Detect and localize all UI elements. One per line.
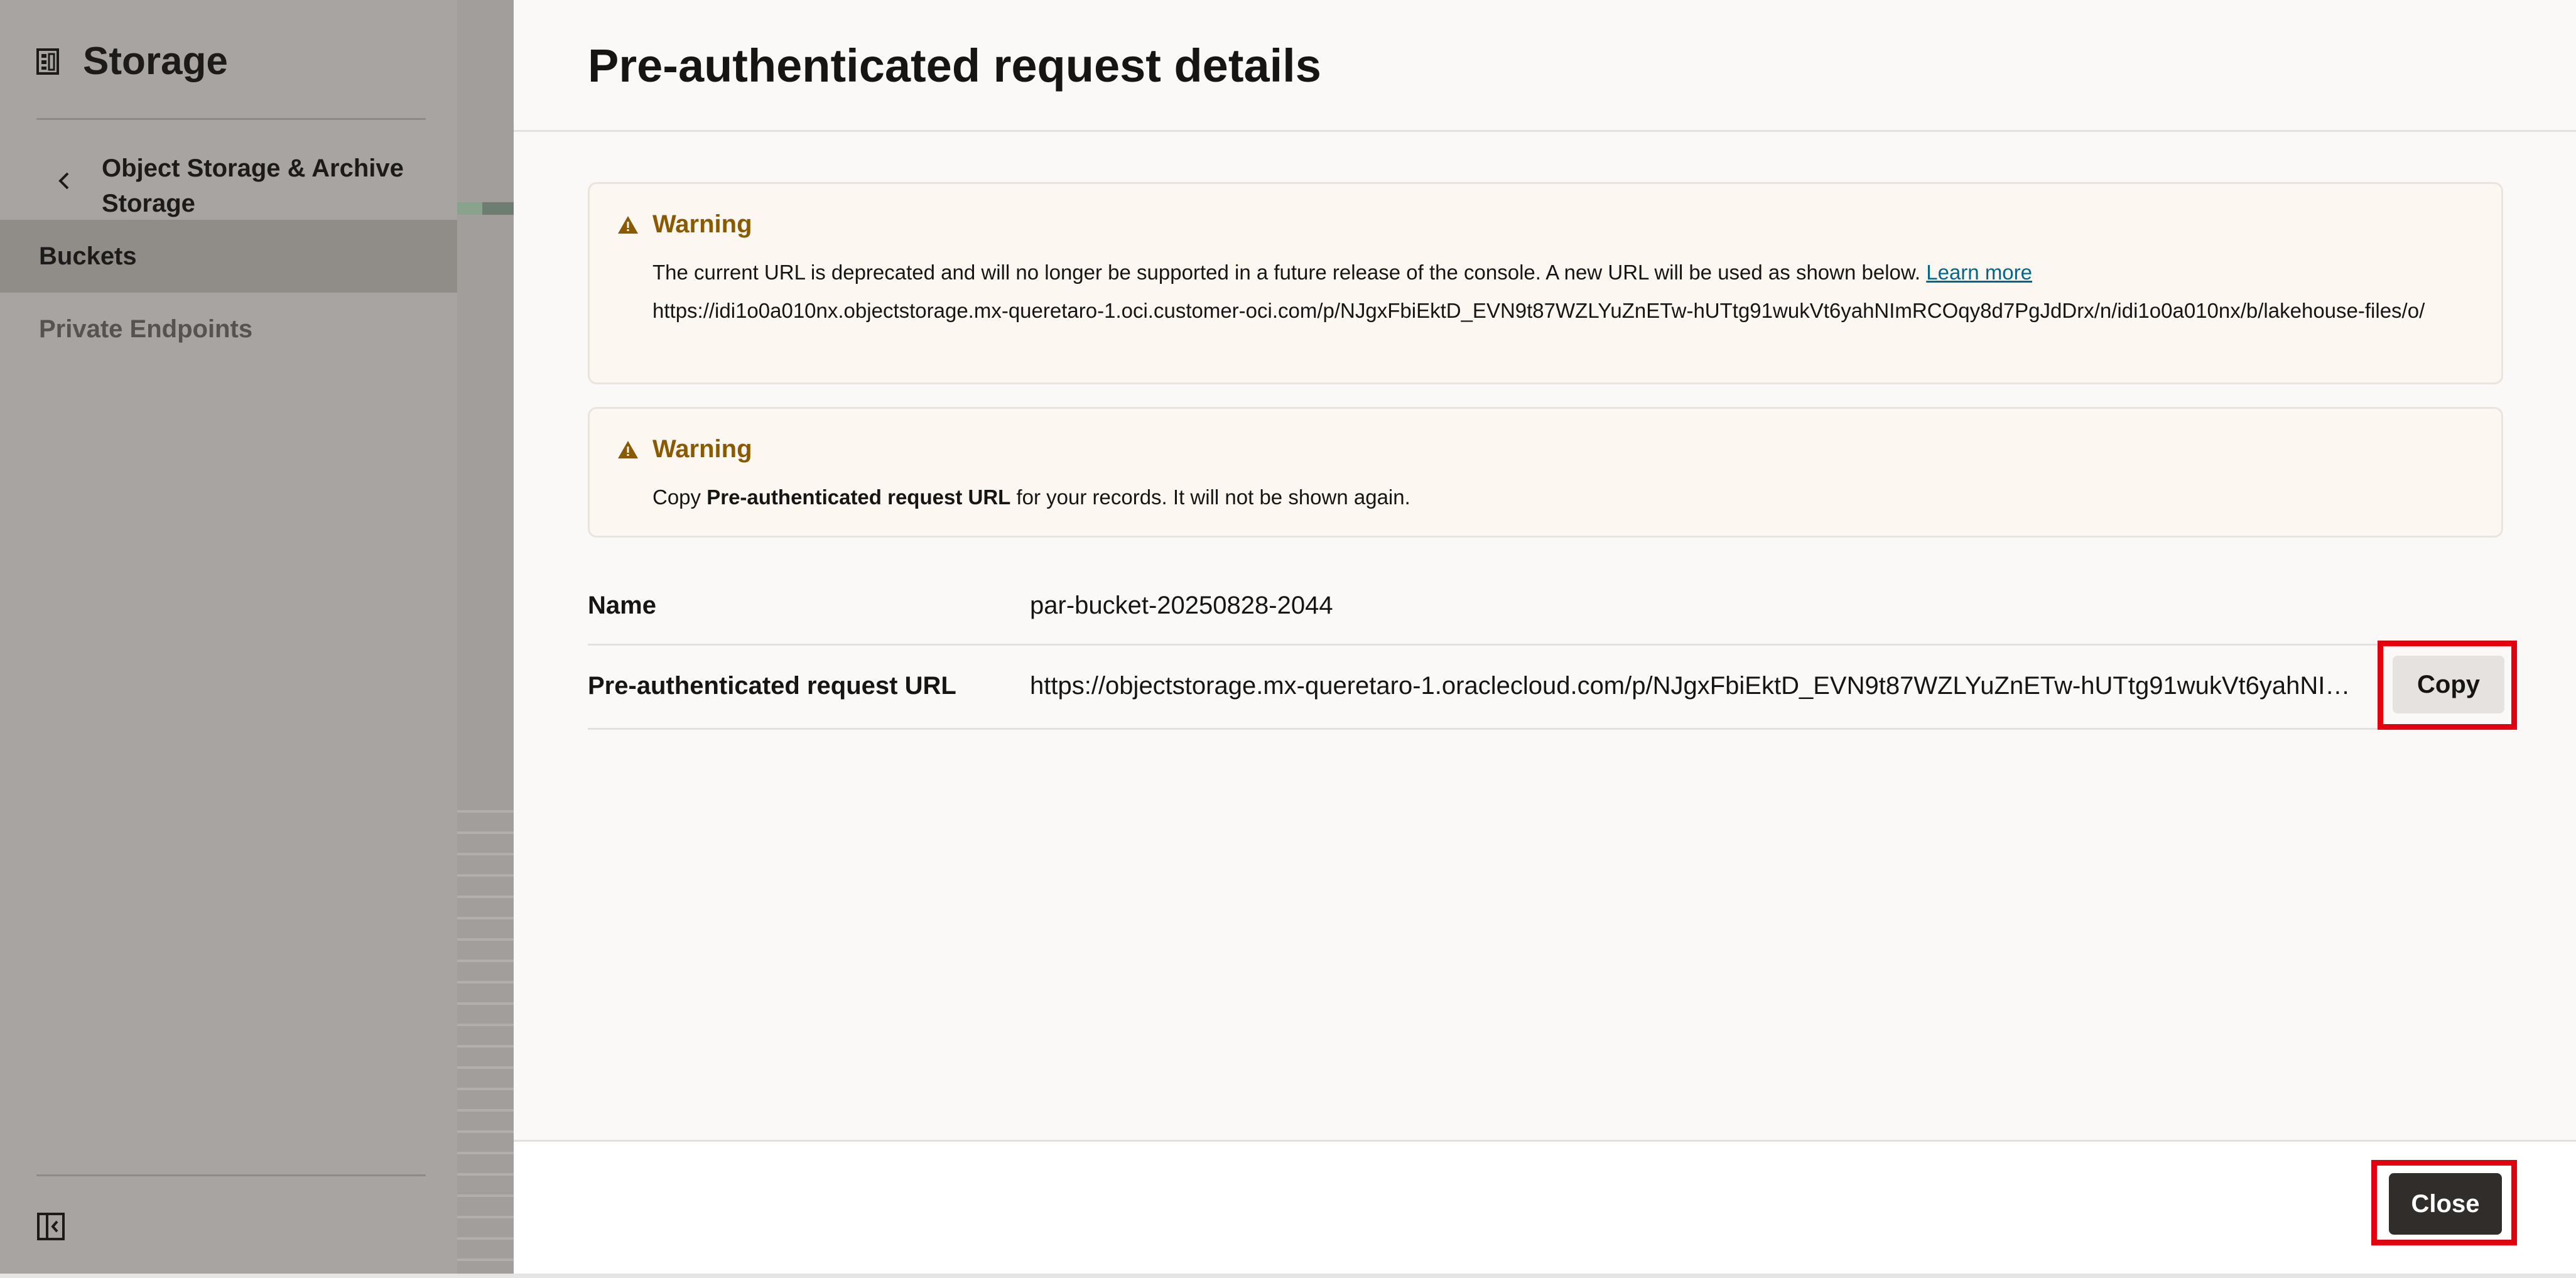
detail-row-name: Name par-bucket-20250828-2044 bbox=[588, 578, 2503, 646]
sidebar-item-buckets[interactable]: Buckets bbox=[0, 220, 457, 293]
deprecation-warning: Warning The current URL is deprecated an… bbox=[588, 182, 2503, 384]
sidebar: Storage Object Storage & Archive Storage… bbox=[0, 0, 457, 1278]
warning-title: Warning bbox=[652, 435, 752, 463]
sidebar-section-title[interactable]: Object Storage & Archive Storage bbox=[102, 151, 428, 221]
sidebar-item-label: Buckets bbox=[39, 242, 137, 270]
warning-text: The current URL is deprecated and will n… bbox=[652, 261, 2033, 284]
collapse-sidebar-icon[interactable] bbox=[36, 1212, 65, 1241]
panel-footer: Close bbox=[514, 1140, 2576, 1278]
sidebar-title: Storage bbox=[83, 40, 228, 83]
warning-icon bbox=[617, 215, 639, 235]
deprecated-url: https://idi1o0a010nx.objectstorage.mx-qu… bbox=[652, 299, 2425, 322]
page-title: Pre-authenticated request details bbox=[588, 40, 1321, 92]
dimmed-page-background bbox=[457, 0, 514, 1278]
sidebar-header: Storage bbox=[36, 39, 228, 84]
close-button[interactable]: Close bbox=[2389, 1173, 2502, 1235]
details-panel: Pre-authenticated request details Warnin… bbox=[514, 0, 2576, 1278]
chevron-left-icon[interactable] bbox=[55, 168, 74, 193]
learn-more-link[interactable]: Learn more bbox=[1926, 261, 2032, 284]
warning-icon bbox=[617, 440, 639, 460]
url-value: https://objectstorage.mx-queretaro-1.ora… bbox=[1030, 672, 2368, 700]
copy-warning: Warning Copy Pre-authenticated request U… bbox=[588, 407, 2503, 538]
storage-grid-icon bbox=[36, 48, 59, 75]
panel-header: Pre-authenticated request details bbox=[514, 0, 2576, 132]
sidebar-item-private-endpoints[interactable]: Private Endpoints bbox=[0, 293, 457, 366]
sidebar-item-label: Private Endpoints bbox=[39, 315, 253, 343]
name-value: par-bucket-20250828-2044 bbox=[1030, 592, 1333, 619]
sidebar-footer-divider bbox=[36, 1174, 426, 1176]
warning-title: Warning bbox=[652, 210, 752, 238]
copy-button[interactable]: Copy bbox=[2393, 656, 2504, 713]
sidebar-divider bbox=[36, 118, 426, 120]
warning-text: Copy Pre-authenticated request URL for y… bbox=[652, 485, 1410, 509]
detail-row-url: Pre-authenticated request URL https://ob… bbox=[588, 646, 2503, 730]
bottom-edge bbox=[0, 1274, 2576, 1278]
url-label: Pre-authenticated request URL bbox=[588, 672, 956, 700]
name-label: Name bbox=[588, 592, 656, 619]
